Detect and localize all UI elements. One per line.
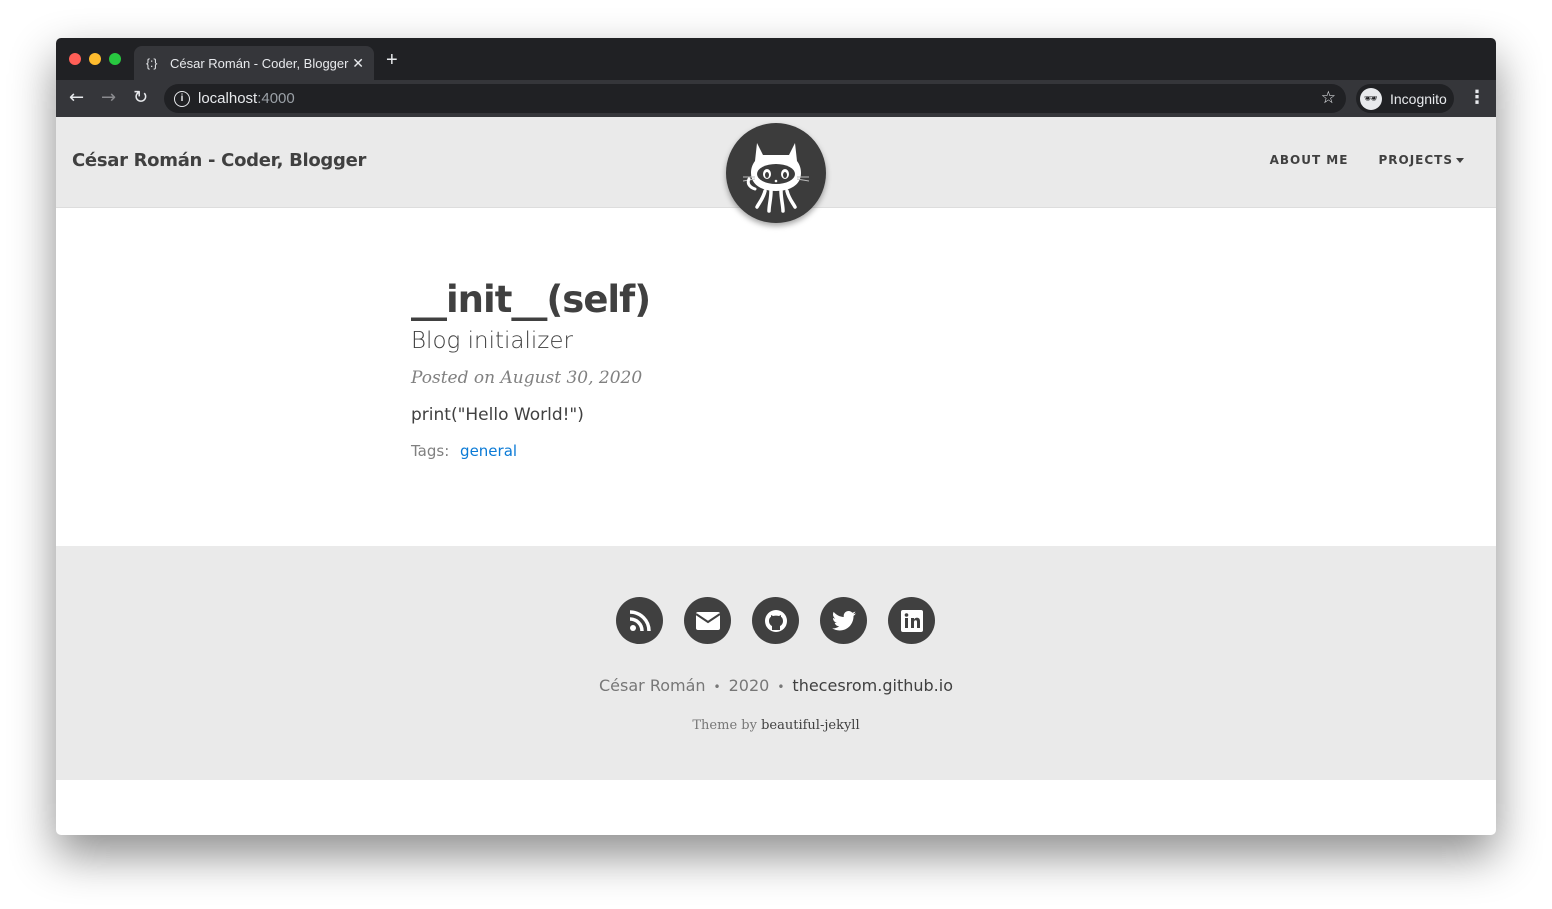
post-subtitle: Blog initializer xyxy=(411,328,573,354)
tag-link[interactable]: general xyxy=(460,442,517,460)
caret-down-icon xyxy=(1456,158,1464,163)
github-button[interactable] xyxy=(752,597,799,644)
browser-titlebar: {:} César Román - Coder, Blogger ✕ + xyxy=(56,38,1496,80)
linkedin-button[interactable] xyxy=(888,597,935,644)
twitter-icon xyxy=(831,610,856,630)
tab-close-icon[interactable]: ✕ xyxy=(352,55,364,72)
back-arrow-icon[interactable]: ← xyxy=(69,88,84,108)
site-brand[interactable]: César Román - Coder, Blogger xyxy=(72,150,366,171)
post-meta: Posted on August 30, 2020 xyxy=(411,368,643,388)
browser-window: {:} César Román - Coder, Blogger ✕ + ← →… xyxy=(56,38,1496,835)
tab-title: César Román - Coder, Blogger xyxy=(170,55,349,71)
nav-links: ABOUT ME PROJECTS xyxy=(1270,153,1464,167)
theme-credit: Theme by beautiful-jekyll xyxy=(56,718,1496,733)
bookmark-star-icon[interactable]: ☆ xyxy=(1321,88,1336,108)
post-title: __init__(self) xyxy=(411,278,651,321)
minimize-window-button[interactable] xyxy=(89,53,101,65)
info-icon[interactable]: i xyxy=(174,90,190,107)
theme-link[interactable]: beautiful-jekyll xyxy=(761,718,860,733)
github-icon xyxy=(764,609,787,632)
close-window-button[interactable] xyxy=(69,53,81,65)
reload-icon[interactable]: ↻ xyxy=(133,88,148,108)
url-host: localhost xyxy=(198,90,258,107)
jekyll-favicon-icon: {:} xyxy=(146,56,158,70)
email-button[interactable] xyxy=(684,597,731,644)
site-footer: César Román • 2020 • thecesrom.github.io The… xyxy=(56,546,1496,780)
email-icon xyxy=(695,611,720,630)
post-tags: Tags: general xyxy=(411,442,517,460)
nav-projects-label: PROJECTS xyxy=(1378,153,1453,167)
github-octocat-icon xyxy=(743,143,809,213)
rss-button[interactable] xyxy=(616,597,663,644)
linkedin-icon xyxy=(900,609,923,632)
rss-icon xyxy=(629,609,651,631)
site-navbar: César Román - Coder, Blogger ABOUT ME PR… xyxy=(56,117,1496,223)
nav-projects-dropdown[interactable]: PROJECTS xyxy=(1378,153,1464,167)
address-bar[interactable]: i localhost:4000 ☆ xyxy=(164,84,1346,113)
incognito-label: Incognito xyxy=(1390,90,1447,107)
avatar[interactable] xyxy=(726,123,826,223)
footer-site-link[interactable]: thecesrom.github.io xyxy=(792,676,953,695)
footer-author: César Román xyxy=(599,676,706,695)
browser-toolbar: ← → ↻ i localhost:4000 ☆ 🕶 Incognito ⋮ xyxy=(56,80,1496,117)
post-body: print("Hello World!") xyxy=(411,405,584,425)
browser-tab[interactable]: {:} César Román - Coder, Blogger ✕ xyxy=(134,46,374,80)
maximize-window-button[interactable] xyxy=(109,53,121,65)
browser-menu-icon[interactable]: ⋮ xyxy=(1468,87,1486,109)
forward-arrow-icon[interactable]: → xyxy=(101,88,116,108)
incognito-icon: 🕶 xyxy=(1360,87,1382,110)
theme-prefix: Theme by xyxy=(692,718,757,733)
separator: • xyxy=(713,680,721,694)
nav-about-me[interactable]: ABOUT ME xyxy=(1270,153,1349,167)
tags-label: Tags: xyxy=(411,442,450,460)
social-links xyxy=(616,597,935,644)
incognito-badge[interactable]: 🕶 Incognito xyxy=(1356,84,1454,113)
copyright: César Román • 2020 • thecesrom.github.io xyxy=(56,676,1496,695)
post-content: __init__(self) Blog initializer Posted o… xyxy=(56,208,1496,546)
separator: • xyxy=(777,680,785,694)
new-tab-button[interactable]: + xyxy=(386,49,398,72)
url-port: :4000 xyxy=(257,90,295,107)
twitter-button[interactable] xyxy=(820,597,867,644)
footer-year: 2020 xyxy=(728,676,770,695)
